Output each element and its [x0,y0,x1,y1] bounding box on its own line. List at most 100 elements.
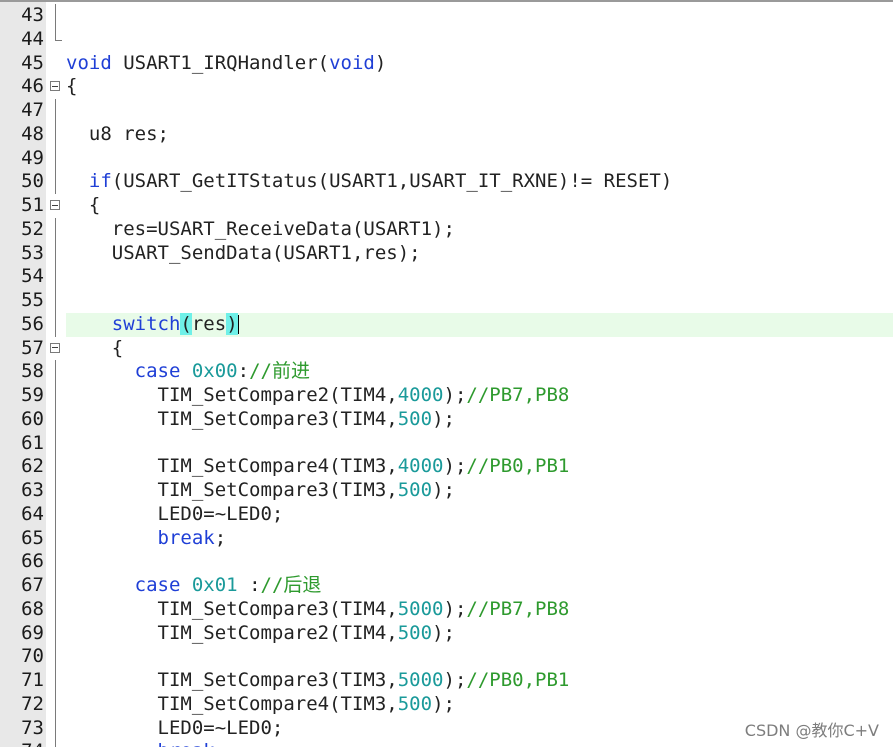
code-line[interactable]: 49 [0,146,893,171]
code-line[interactable]: 48 u8 res; [0,122,893,147]
code-token: TIM_SetCompare4(TIM3, [66,692,398,715]
fold-collapse-icon[interactable] [50,200,60,210]
code-text[interactable]: case 0x00://前进 [66,360,893,384]
code-line[interactable]: 64 LED0=~LED0; [0,502,893,527]
keyword-token: case [134,574,181,596]
code-token: USART1_IRQHandler( [111,51,330,74]
fold-guide-line [55,645,56,669]
code-line[interactable]: 71 TIM_SetCompare3(TIM3,5000);//PB0,PB1 [0,669,893,693]
code-line[interactable]: 66 [0,550,893,574]
number-token: 4000 [397,384,444,406]
fold-guide-line [55,692,56,717]
code-text[interactable]: USART_SendData(USART1,res); [66,242,893,266]
code-text[interactable] [66,265,893,289]
line-number: 54 [21,265,44,288]
code-token: TIM_SetCompare2(TIM4, [66,621,398,644]
number-token: 500 [397,407,433,430]
code-editor[interactable]: 43 44 45 void USART1_IRQHandler(void) 46{47 4… [0,0,893,747]
code-text[interactable] [66,28,893,52]
code-text[interactable]: break; [66,740,893,747]
code-line[interactable]: 58 case 0x00://前进 [0,360,893,384]
line-number: 62 [21,455,44,478]
code-text[interactable] [66,4,893,28]
code-line[interactable]: 50 if(USART_GetITStatus(USART1,USART_IT_… [0,170,893,194]
code-line[interactable]: 47 [0,99,893,123]
line-number: 43 [21,4,44,26]
code-text[interactable]: TIM_SetCompare3(TIM3,500); [66,479,893,503]
code-line[interactable]: 46 { [0,75,893,99]
code-line[interactable]: 51 { [0,194,893,218]
code-token: TIM_SetCompare4(TIM3, [66,455,398,478]
code-text[interactable]: res=USART_ReceiveData(USART1); [66,218,893,242]
fold-collapse-icon[interactable] [50,342,60,353]
fold-guide-line [55,740,56,747]
code-line[interactable]: 65 break; [0,526,893,551]
code-text[interactable]: void USART1_IRQHandler(void) [66,52,893,76]
code-line[interactable]: 59 TIM_SetCompare2(TIM4,4000);//PB7,PB8 [0,384,893,408]
fold-guide-line [55,146,56,171]
fold-guide-line [55,265,56,289]
code-text[interactable]: TIM_SetCompare4(TIM3,4000);//PB0,PB1 [66,455,893,479]
code-text[interactable]: switch(res) [66,312,893,337]
number-token: 500 [397,479,433,501]
code-token: TIM_SetCompare2(TIM4, [66,384,398,406]
code-line[interactable]: 54 [0,265,893,289]
code-text[interactable] [66,432,893,456]
fold-guide-line [55,479,56,503]
code-line[interactable]: 44 [0,27,893,52]
code-line[interactable]: 60 TIM_SetCompare3(TIM4,500); [0,407,893,432]
line-number: 47 [21,99,44,121]
line-number: 74 [0,740,44,747]
code-token: ); [432,407,455,430]
code-line[interactable]: 52 res=USART_ReceiveData(USART1); [0,217,893,242]
code-token: (USART_GetITStatus(USART1,USART_IT_RXNE)… [111,170,673,193]
code-text[interactable]: break; [66,527,893,551]
code-line[interactable]: 63 TIM_SetCompare3(TIM3,500); [0,479,893,503]
code-text[interactable]: TIM_SetCompare2(TIM4,4000);//PB7,PB8 [66,384,893,408]
code-line[interactable]: 70 [0,645,893,669]
code-text[interactable] [66,550,893,574]
code-line[interactable]: 56 switch(res) [0,312,893,337]
code-line[interactable]: 61 [0,431,893,456]
code-line[interactable]: 53 USART_SendData(USART1,res); [0,241,893,266]
code-line[interactable]: 68 TIM_SetCompare3(TIM4,5000);//PB7,PB8 [0,597,893,622]
line-number: 49 [21,146,44,169]
code-text[interactable]: LED0=~LED0; [66,503,893,527]
code-text[interactable]: case 0x01 ://后退 [66,574,893,598]
number-token: 5000 [397,597,444,620]
code-text[interactable]: { [66,337,893,361]
code-text[interactable] [66,99,893,123]
comment-token: //PB7,PB8 [466,597,570,620]
code-token: ); [432,621,455,644]
code-text[interactable]: TIM_SetCompare3(TIM4,500); [66,408,893,432]
code-line[interactable]: 74 break; [0,740,893,747]
code-line[interactable]: 69 TIM_SetCompare2(TIM4,500); [0,621,893,646]
code-token: : [237,574,261,596]
code-text[interactable]: if(USART_GetITStatus(USART1,USART_IT_RXN… [66,170,893,194]
code-line[interactable]: 62 TIM_SetCompare4(TIM3,4000);//PB0,PB1 [0,455,893,479]
fold-collapse-icon[interactable] [50,81,60,92]
code-token: { [66,336,124,359]
code-line[interactable]: 55 [0,289,893,313]
code-text[interactable]: { [66,194,893,218]
code-token: ); [432,479,455,501]
code-line[interactable]: 43 [0,4,893,28]
code-text[interactable]: u8 res; [66,123,893,147]
code-text[interactable]: TIM_SetCompare3(TIM4,5000);//PB7,PB8 [66,598,893,622]
code-text[interactable] [66,289,893,313]
code-text[interactable]: TIM_SetCompare3(TIM3,5000);//PB0,PB1 [66,669,893,693]
line-number: 55 [21,289,44,311]
code-text[interactable]: TIM_SetCompare2(TIM4,500); [66,622,893,646]
code-line[interactable]: 45 void USART1_IRQHandler(void) [0,52,893,76]
code-text[interactable] [66,645,893,669]
code-line[interactable]: 67 case 0x01 ://后退 [0,574,893,598]
code-text[interactable]: TIM_SetCompare4(TIM3,500); [66,693,893,717]
code-text[interactable] [66,147,893,171]
code-line[interactable]: 72 TIM_SetCompare4(TIM3,500); [0,692,893,717]
code-text[interactable]: { [66,75,893,99]
code-line[interactable]: 57 { [0,337,893,361]
number-token: 4000 [397,455,444,478]
code-token: ; [214,526,227,549]
